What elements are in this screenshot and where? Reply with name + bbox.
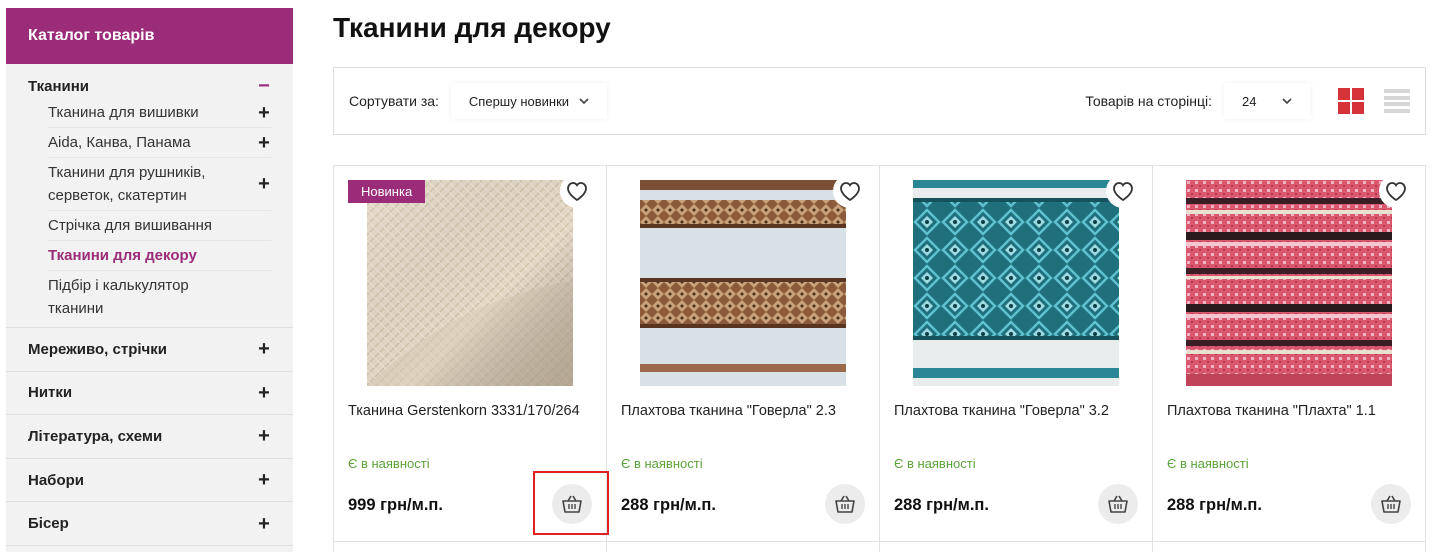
product-name[interactable]: Тканина Gerstenkorn 3331/170/264	[348, 402, 593, 420]
subcategory-item-active[interactable]: Тканини для декору	[48, 241, 271, 271]
subcategory-item[interactable]: Стрічка для вишивання	[48, 211, 271, 241]
expand-icon[interactable]: +	[257, 103, 271, 123]
add-to-cart-button[interactable]	[1371, 484, 1411, 524]
product-card[interactable]: Плахтова тканина "Плахта" 1.1 Є в наявно…	[1153, 166, 1426, 552]
stock-status: Є в наявності	[621, 456, 703, 471]
product-card[interactable]: Плахтова тканина "Говерла" 2.3 Є в наявн…	[607, 166, 880, 552]
page-title: Тканини для декору	[333, 12, 611, 43]
stock-status: Є в наявності	[348, 456, 430, 471]
subcategory-item[interactable]: Тканини для рушників, серветок, скатерти…	[48, 158, 271, 211]
stock-status: Є в наявності	[1167, 456, 1249, 471]
sort-value[interactable]: Спершу новинки	[469, 94, 569, 109]
add-to-cart-button[interactable]	[552, 484, 592, 524]
expand-icon[interactable]: +	[257, 383, 271, 403]
heart-icon[interactable]	[1379, 174, 1413, 208]
per-page-value[interactable]: 24	[1242, 94, 1256, 109]
subcategory-label[interactable]: Тканини для рушників, серветок, скатерти…	[48, 158, 238, 210]
product-price: 288 грн/м.п.	[621, 496, 716, 514]
grid-view-icon[interactable]	[1338, 88, 1364, 114]
subcategory-item[interactable]: Підбір і калькулятор тканини	[48, 271, 271, 323]
category-label[interactable]: Набори	[28, 472, 84, 489]
expand-icon[interactable]: +	[257, 426, 271, 446]
category-item[interactable]: Мереживо, стрічки +	[6, 328, 293, 372]
category-item[interactable]: Бісер +	[6, 502, 293, 546]
chevron-down-icon[interactable]	[579, 97, 589, 105]
subcategory-item[interactable]: Aida, Канва, Панама +	[48, 128, 271, 158]
category-fabrics-header[interactable]: Тканини −	[28, 76, 271, 96]
product-image[interactable]	[1186, 180, 1392, 386]
heart-icon[interactable]	[560, 174, 594, 208]
heart-icon[interactable]	[833, 174, 867, 208]
new-badge: Новинка	[348, 180, 426, 203]
product-price: 288 грн/м.п.	[1167, 496, 1262, 514]
product-card[interactable]: Плахтова тканина "Говерла" 3.2 Є в наявн…	[880, 166, 1153, 552]
product-name[interactable]: Плахтова тканина "Говерла" 3.2	[894, 402, 1139, 420]
collapse-icon[interactable]: −	[257, 76, 271, 96]
expand-icon[interactable]: +	[257, 339, 271, 359]
product-price: 999 грн/м.п.	[348, 496, 443, 514]
subcategory-label[interactable]: Стрічка для вишивання	[48, 211, 212, 240]
expand-icon[interactable]: +	[257, 133, 271, 153]
category-item[interactable]: Нитки +	[6, 372, 293, 416]
expand-icon[interactable]: +	[257, 514, 271, 534]
add-to-cart-button[interactable]	[825, 484, 865, 524]
category-label[interactable]: Бісер	[28, 515, 69, 532]
basket-icon[interactable]	[1107, 494, 1129, 514]
catalog-sidebar: Каталог товарів Тканини − Тканина для ви…	[6, 8, 293, 552]
product-name[interactable]: Плахтова тканина "Плахта" 1.1	[1167, 402, 1412, 420]
heart-icon[interactable]	[1106, 174, 1140, 208]
sort-select[interactable]: Спершу новинки	[450, 83, 608, 119]
category-label[interactable]: Нитки	[28, 384, 72, 401]
category-fabrics-label[interactable]: Тканини	[28, 78, 89, 95]
category-item[interactable]: Набори +	[6, 459, 293, 503]
subcategory-label[interactable]: Тканина для вишивки	[48, 98, 199, 127]
grid-divider	[333, 541, 1426, 542]
product-price: 288 грн/м.п.	[894, 496, 989, 514]
product-card[interactable]: Новинка Тканина Gerstenkorn 3331/170/264…	[334, 166, 607, 552]
add-to-cart-button[interactable]	[1098, 484, 1138, 524]
subcategory-list: Тканина для вишивки + Aida, Канва, Панам…	[48, 98, 271, 323]
product-image[interactable]	[640, 180, 846, 386]
product-image[interactable]	[913, 180, 1119, 386]
subcategory-label[interactable]: Підбір і калькулятор тканини	[48, 271, 238, 323]
per-page-select[interactable]: 24	[1224, 83, 1310, 119]
basket-icon[interactable]	[561, 494, 583, 514]
category-fabrics: Тканини − Тканина для вишивки + Aida, Ка…	[6, 64, 293, 328]
category-label[interactable]: Література, схеми	[28, 428, 162, 445]
product-grid: Новинка Тканина Gerstenkorn 3331/170/264…	[333, 165, 1426, 552]
expand-icon[interactable]: +	[257, 470, 271, 490]
basket-icon[interactable]	[834, 494, 856, 514]
subcategory-label[interactable]: Тканини для декору	[48, 241, 197, 270]
chevron-down-icon[interactable]	[1282, 97, 1292, 105]
category-label[interactable]: Мереживо, стрічки	[28, 341, 167, 358]
subcategory-item[interactable]: Тканина для вишивки +	[48, 98, 271, 128]
per-page-label: Товарів на сторінці:	[1085, 93, 1212, 109]
product-name[interactable]: Плахтова тканина "Говерла" 2.3	[621, 402, 866, 420]
category-item[interactable]: Література, схеми +	[6, 415, 293, 459]
subcategory-label[interactable]: Aida, Канва, Панама	[48, 128, 191, 157]
basket-icon[interactable]	[1380, 494, 1402, 514]
stock-status: Є в наявності	[894, 456, 976, 471]
catalog-header[interactable]: Каталог товарів	[6, 8, 293, 64]
expand-icon[interactable]: +	[257, 174, 271, 194]
sort-label: Сортувати за:	[349, 93, 439, 109]
listing-toolbar: Сортувати за: Спершу новинки Товарів на …	[333, 67, 1426, 135]
list-view-icon[interactable]	[1384, 88, 1410, 114]
product-image[interactable]	[367, 180, 573, 386]
